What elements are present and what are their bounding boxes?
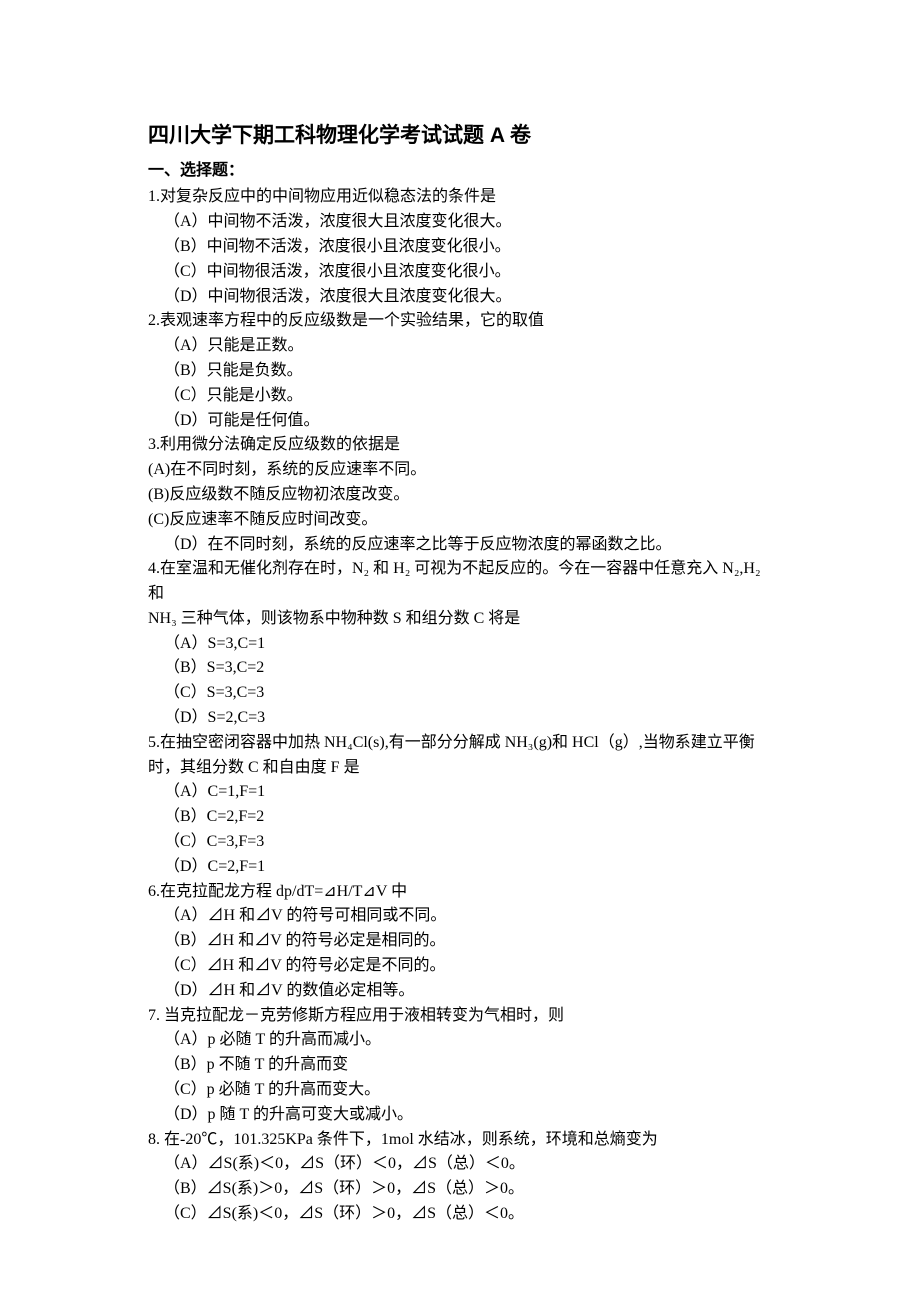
q1-option-a: （A）中间物不活泼，浓度很大且浓度变化很大。 [148, 210, 778, 235]
q7-stem: 7. 当克拉配龙－克劳修斯方程应用于液相转变为气相时，则 [148, 1004, 778, 1029]
q5-option-b: （B）C=2,F=2 [148, 805, 778, 830]
q4-option-b: （B）S=3,C=2 [148, 656, 778, 681]
q4-stem-line2: NH₃ 三种气体，则该物系中物种数 S 和组分数 C 将是 [148, 607, 778, 632]
q5-option-d: （D）C=2,F=1 [148, 855, 778, 880]
q4-option-c: （C）S=3,C=3 [148, 681, 778, 706]
q1-option-b: （B）中间物不活泼，浓度很小且浓度变化很小。 [148, 235, 778, 260]
q3-option-d: （D）在不同时刻，系统的反应速率之比等于反应物浓度的幂函数之比。 [148, 533, 778, 558]
q1-stem: 1.对复杂反应中的中间物应用近似稳态法的条件是 [148, 185, 778, 210]
q6-option-b: （B）⊿H 和⊿V 的符号必定是相同的。 [148, 929, 778, 954]
q5-stem-line2: 时，其组分数 C 和自由度 F 是 [148, 756, 778, 781]
q8-option-b: （B）⊿S(系)＞0，⊿S（环）＞0，⊿S（总）＞0。 [148, 1177, 778, 1202]
page-title: 四川大学下期工科物理化学考试试题 A 卷 [148, 120, 778, 153]
q3-stem: 3.利用微分法确定反应级数的依据是 [148, 433, 778, 458]
q4-option-a: （A）S=3,C=1 [148, 632, 778, 657]
q7-option-a: （A）p 必随 T 的升高而减小。 [148, 1028, 778, 1053]
q3-option-a: (A)在不同时刻，系统的反应速率不同。 [148, 458, 778, 483]
q7-option-b: （B）p 不随 T 的升高而变 [148, 1053, 778, 1078]
q1-option-c: （C）中间物很活泼，浓度很小且浓度变化很小。 [148, 260, 778, 285]
q3-option-c: (C)反应速率不随反应时间改变。 [148, 508, 778, 533]
q6-option-a: （A）⊿H 和⊿V 的符号可相同或不同。 [148, 904, 778, 929]
q2-option-c: （C）只能是小数。 [148, 384, 778, 409]
q2-option-a: （A）只能是正数。 [148, 334, 778, 359]
q6-stem: 6.在克拉配龙方程 dp/dT=⊿H/T⊿V 中 [148, 880, 778, 905]
q4-stem-line1: 4.在室温和无催化剂存在时，N₂ 和 H₂ 可视为不起反应的。今在一容器中任意充… [148, 557, 778, 607]
q1-option-d: （D）中间物很活泼，浓度很大且浓度变化很大。 [148, 285, 778, 310]
q2-option-d: （D）可能是任何值。 [148, 409, 778, 434]
q2-option-b: （B）只能是负数。 [148, 359, 778, 384]
q4-option-d: （D）S=2,C=3 [148, 706, 778, 731]
q2-stem: 2.表观速率方程中的反应级数是一个实验结果，它的取值 [148, 309, 778, 334]
q7-option-c: （C）p 必随 T 的升高而变大。 [148, 1078, 778, 1103]
q6-option-d: （D）⊿H 和⊿V 的数值必定相等。 [148, 979, 778, 1004]
q8-option-a: （A）⊿S(系)＜0，⊿S（环）＜0，⊿S（总）＜0。 [148, 1152, 778, 1177]
section-heading: 一、选择题： [148, 159, 778, 184]
q7-option-d: （D）p 随 T 的升高可变大或减小。 [148, 1103, 778, 1128]
q3-option-b: (B)反应级数不随反应物初浓度改变。 [148, 483, 778, 508]
q8-stem: 8. 在-20℃，101.325KPa 条件下，1mol 水结冰，则系统，环境和… [148, 1128, 778, 1153]
q6-option-c: （C）⊿H 和⊿V 的符号必定是不同的。 [148, 954, 778, 979]
q8-option-c: （C）⊿S(系)＜0，⊿S（环）＞0，⊿S（总）＜0。 [148, 1202, 778, 1227]
q5-option-a: （A）C=1,F=1 [148, 780, 778, 805]
q5-option-c: （C）C=3,F=3 [148, 830, 778, 855]
q5-stem-line1: 5.在抽空密闭容器中加热 NH₄Cl(s),有一部分分解成 NH₃(g)和 HC… [148, 731, 778, 756]
